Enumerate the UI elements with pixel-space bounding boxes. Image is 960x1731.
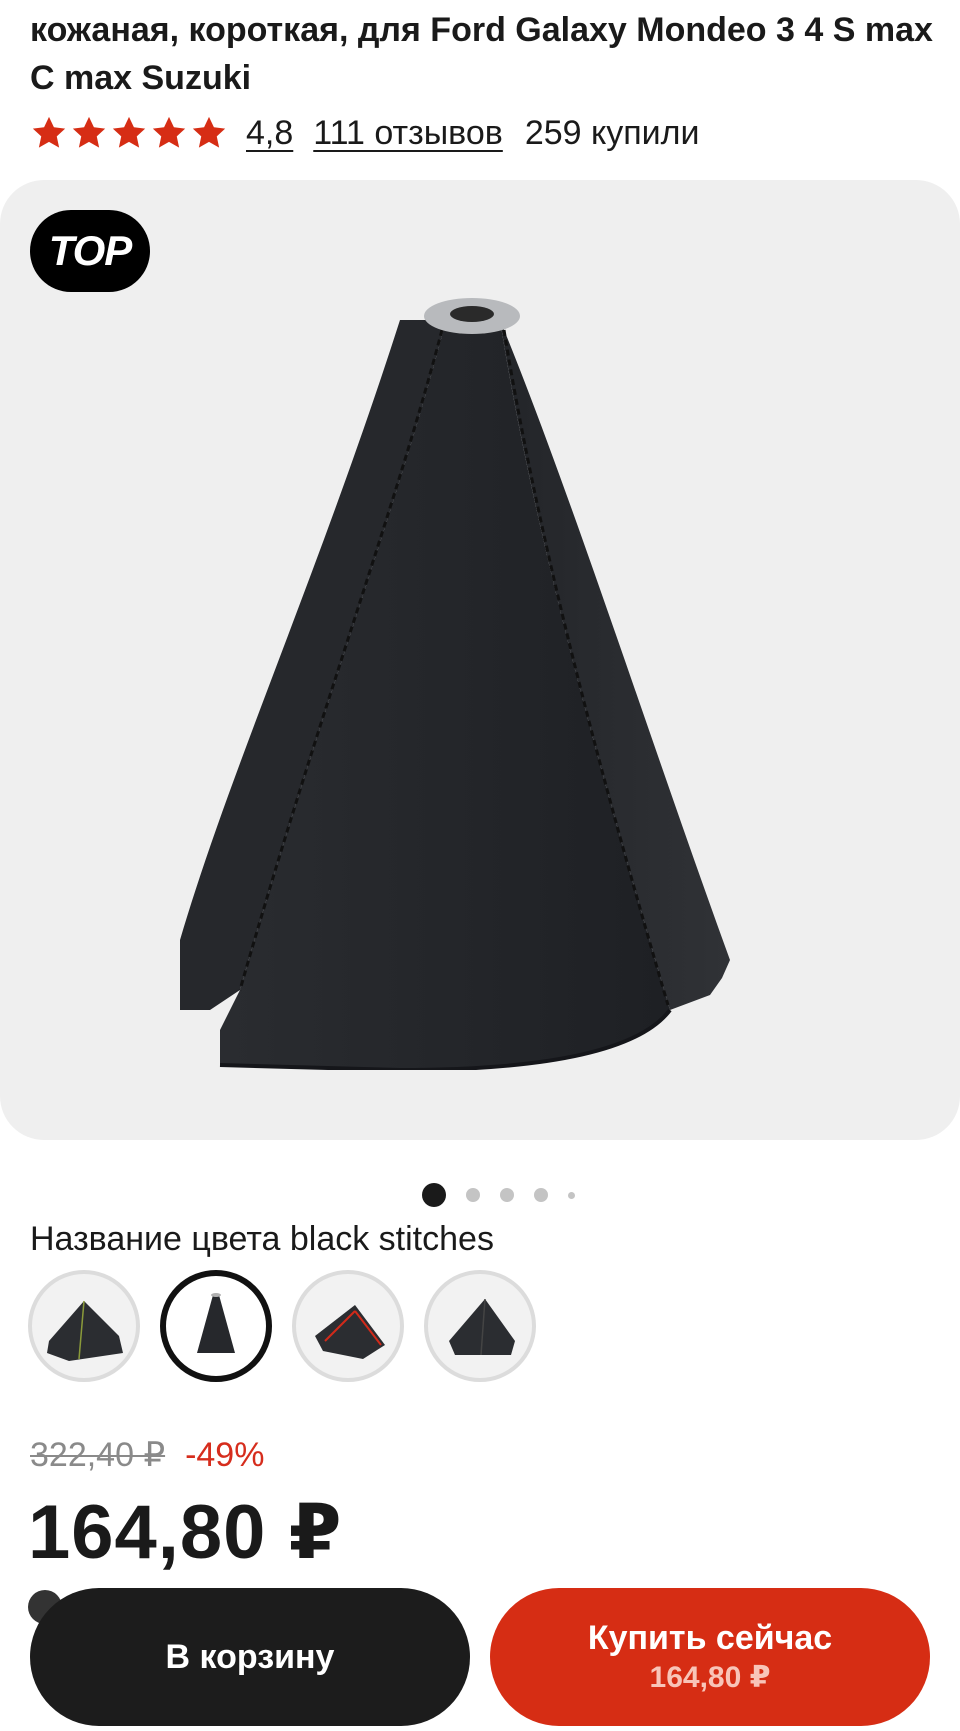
star-icon (192, 116, 226, 148)
product-image (180, 298, 730, 1070)
star-icon (152, 116, 186, 148)
color-thumbnail (197, 1293, 235, 1353)
rating-value[interactable]: 4,8 (246, 114, 293, 153)
old-price: 322,40 ₽ (30, 1436, 166, 1474)
color-label: Название цвета black stitches (30, 1220, 494, 1258)
product-gallery[interactable]: TOP (0, 180, 960, 1140)
color-thumbnail (315, 1305, 385, 1359)
color-option-3[interactable] (292, 1270, 404, 1382)
color-options (28, 1270, 536, 1382)
color-thumbnail (449, 1298, 515, 1356)
gallery-pagination (0, 1183, 960, 1207)
bought-count: 259 купили (524, 113, 700, 152)
color-option-2[interactable] (160, 1270, 272, 1382)
top-badge: TOP (30, 210, 150, 292)
old-price-row: 322,40 ₽ -49% (30, 1432, 264, 1478)
pagination-dot[interactable] (421, 1183, 446, 1207)
pagination-dot[interactable] (567, 1191, 575, 1199)
reviews-link[interactable]: 111 отзывов (313, 114, 503, 153)
rating-row: 4,8 111 отзывов 259 купили (30, 108, 699, 158)
product-title: кожаная, короткая, для Ford Galaxy Monde… (30, 11, 933, 97)
add-to-cart-label: В корзину (165, 1637, 335, 1676)
product-page: кожаная, короткая, для Ford Galaxy Monde… (0, 0, 960, 1731)
color-thumbnail (47, 1300, 123, 1361)
color-option-1[interactable] (28, 1270, 140, 1382)
pagination-dot[interactable] (499, 1188, 514, 1202)
buy-now-button[interactable]: Купить сейчас 164,80 ₽ (490, 1588, 930, 1726)
rating-stars (30, 114, 228, 152)
pagination-dot[interactable] (465, 1188, 480, 1202)
add-to-cart-button[interactable]: В корзину (30, 1588, 470, 1726)
star-icon (112, 116, 146, 148)
buy-now-label: Купить сейчас (587, 1619, 833, 1657)
color-option-4[interactable] (424, 1270, 536, 1382)
star-icon (32, 116, 66, 148)
star-icon (72, 116, 106, 148)
pagination-dot[interactable] (533, 1188, 548, 1202)
discount-badge: -49% (185, 1436, 265, 1474)
current-price: 164,80 ₽ (28, 1490, 343, 1575)
buy-now-price: 164,80 ₽ (649, 1661, 771, 1694)
